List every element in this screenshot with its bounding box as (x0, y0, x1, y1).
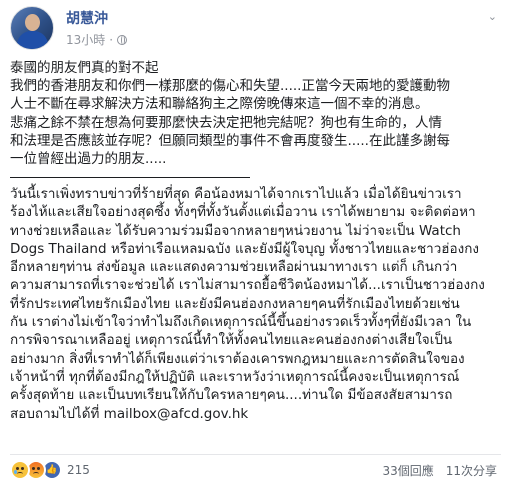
text-line: กัน เราต่างไม่เข้าใจว่าทำไมถึงเกิดเหตุกา… (10, 314, 472, 331)
footer-divider (10, 454, 501, 455)
text-line: ทางช่วยเหลือและ ได้รับความร่วมมือจากหลาย… (10, 222, 461, 239)
text-line: อีกหลายๆท่าน ส่งข้อมูล และแสดงความช่วยเห… (10, 259, 458, 276)
text-line: 人士不斷在尋求解決方法和聯絡狗主之際傍晚傳來這一個不幸的消息。 (10, 96, 429, 113)
text-line: 一位曾經出過力的朋友..... (10, 150, 167, 167)
sad-reaction-icon (10, 460, 30, 480)
post-text-thai: วันนี้เราเพิ่งทราบข่าวที่ร้ายที่สุด คือน… (10, 185, 505, 423)
reaction-count[interactable]: 215 (67, 463, 90, 477)
reactions-summary[interactable]: 👍 215 (10, 460, 90, 480)
comments-count[interactable]: 33個回應 (382, 462, 433, 479)
shares-count[interactable]: 11次分享 (446, 462, 497, 479)
section-divider (10, 177, 250, 178)
chevron-down-icon[interactable]: ⌄ (488, 10, 497, 23)
post-stats: 33個回應 11次分享 (382, 462, 497, 479)
avatar[interactable] (10, 6, 54, 50)
text-line: ร้องไห้และเสียใจอย่างสุดซึ้ง ทั้งๆที่ทั้… (10, 204, 476, 221)
timestamp[interactable]: 13小時 (66, 31, 105, 48)
text-line: 泰國的朋友們真的對不起 (10, 60, 159, 76)
text-line: อย่างมาก สิ่งที่เราทำได้ก็เพียงแต่ว่าเรา… (10, 350, 465, 367)
text-line: ความสามารถที่เราจะช่วยได้ เราไม่สามารถยื… (10, 277, 485, 294)
text-line: 和法理是否應該並存呢？但願同類型的事件不會再度發生.....在此謹多謝每 (10, 132, 450, 149)
post-text-chinese: 泰國的朋友們真的對不起 我們的香港朋友和你們一樣那麼的傷心和失望.....正當今… (10, 59, 505, 168)
text-line: วันนี้เราเพิ่งทราบข่าวที่ร้ายที่สุด คือน… (10, 186, 462, 202)
text-line: Dogs Thailand หรือท่าเรือแหลมฉบัง และยัง… (10, 240, 480, 257)
globe-icon[interactable] (117, 34, 128, 45)
text-line: ครั้งสุดท้าย และเป็นบทเรียนให้กับใครหลาย… (10, 387, 453, 404)
text-line: เจ้าหน้าที่ ทุกที่ต้องมีกฎให้ปฏิบัติ และ… (10, 368, 460, 385)
facebook-post: 胡慧沖 13小時 · ⌄ 泰國的朋友們真的對不起 我們的香港朋友和你們一樣那麼的… (0, 0, 511, 489)
author-name[interactable]: 胡慧沖 (66, 8, 108, 28)
text-line: การพิจารณาเหลืออยู่ เหตุการณ์นี้ทำให้ทั้… (10, 332, 453, 349)
post-meta: 13小時 · (66, 31, 128, 48)
text-line: 悲痛之餘不禁在想為何要那麼快去決定把牠完結呢？狗也有生命的，人情 (10, 114, 442, 131)
text-line: ที่รักประเทศไทยรักเมืองไทย และยังมีคนฮ่อ… (10, 295, 460, 312)
text-line: สอบถามไปได้ที่ mailbox@afcd.gov.hk (10, 405, 249, 422)
text-line: 我們的香港朋友和你們一樣那麼的傷心和失望.....正當今天兩地的愛護動物 (10, 78, 450, 95)
